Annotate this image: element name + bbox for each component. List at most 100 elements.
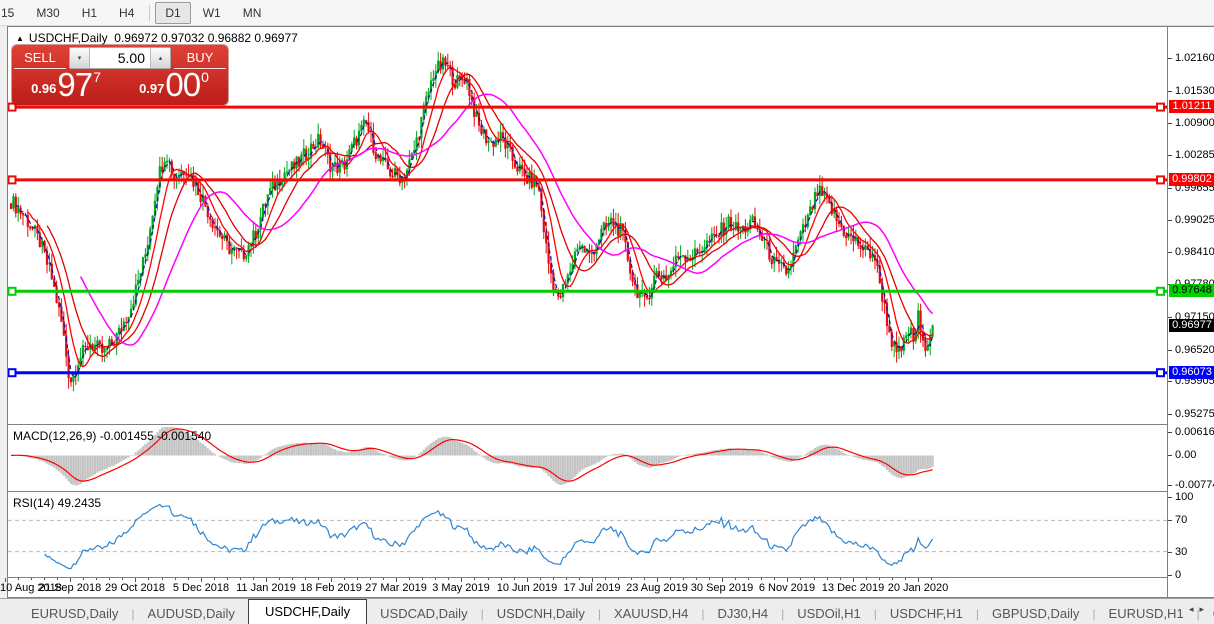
chart-tab-eurusd-daily[interactable]: EURUSD,Daily: [18, 603, 131, 624]
date-minor-tick: [592, 578, 593, 580]
macd-tick: [1168, 432, 1172, 433]
date-minor-tick: [96, 578, 97, 580]
price-tick: [1168, 188, 1172, 189]
chart-tab-usdoil-h1[interactable]: USDOil,H1: [784, 603, 874, 624]
timeframe-button-h4[interactable]: H4: [109, 2, 144, 24]
date-minor-tick: [227, 578, 228, 580]
level-line-marker: [1157, 288, 1164, 295]
date-label: 27 Mar 2019: [365, 582, 427, 594]
date-minor-tick: [657, 578, 658, 580]
chart-tab-audusd-daily[interactable]: AUDUSD,Daily: [135, 603, 248, 624]
macd-label: MACD(12,26,9) -0.001455 -0.001540: [13, 429, 211, 443]
volume-increase-button[interactable]: ▴: [150, 48, 170, 68]
date-minor-tick: [396, 578, 397, 580]
date-minor-tick: [787, 578, 788, 580]
one-click-trading-panel: SELL ▾ ▴ BUY 0.96 97 7 0.97 00 0: [12, 45, 228, 105]
rsi-tick: [1168, 552, 1172, 553]
price-tick-label: 0.96520: [1175, 344, 1214, 356]
date-label: 5 Dec 2018: [173, 582, 229, 594]
rsi-tick-label: 30: [1175, 546, 1187, 558]
date-minor-tick: [683, 578, 684, 580]
date-minor-tick: [292, 578, 293, 580]
date-minor-tick: [501, 578, 502, 580]
level-line-marker: [1157, 176, 1164, 183]
tab-scroll-right-icon[interactable]: ▸: [1199, 604, 1210, 614]
chart-tab-usdcad-daily[interactable]: USDCAD,Daily: [367, 603, 480, 624]
date-minor-tick: [331, 578, 332, 580]
timeframe-button-15[interactable]: 15: [0, 2, 24, 24]
sell-price[interactable]: 0.96 97 7: [12, 69, 120, 102]
moving-average-8: [28, 67, 933, 367]
price-level-badge: 0.99802: [1169, 173, 1214, 186]
date-minor-tick: [370, 578, 371, 580]
date-minor-tick: [383, 578, 384, 580]
date-minor-tick: [514, 578, 515, 580]
date-minor-tick: [696, 578, 697, 580]
rsi-pane[interactable]: [8, 493, 1167, 576]
date-minor-tick: [735, 578, 736, 580]
date-minor-tick: [461, 578, 462, 580]
date-minor-tick: [44, 578, 45, 580]
date-minor-tick: [122, 578, 123, 580]
pane-splitter-rsi[interactable]: [8, 491, 1167, 492]
timeframe-button-d1[interactable]: D1: [155, 2, 190, 24]
chart-title: ▲ USDCHF,Daily 0.96972 0.97032 0.96882 0.…: [16, 31, 298, 45]
collapse-triangle-icon[interactable]: ▲: [16, 34, 24, 43]
volume-input[interactable]: [90, 48, 150, 68]
level-line-marker: [1157, 369, 1164, 376]
rsi-tick: [1168, 520, 1172, 521]
price-tick: [1168, 58, 1172, 59]
rsi-tick: [1168, 575, 1172, 576]
date-minor-tick: [774, 578, 775, 580]
price-level-badge: 1.01211: [1169, 100, 1214, 113]
chart-tab-gbpusd-daily[interactable]: GBPUSD,Daily: [979, 603, 1092, 624]
chart-symbol-label: USDCHF,Daily: [29, 31, 108, 45]
date-minor-tick: [670, 578, 671, 580]
date-minor-tick: [722, 578, 723, 580]
timeframe-button-mn[interactable]: MN: [233, 2, 272, 24]
timeframe-button-h1[interactable]: H1: [72, 2, 107, 24]
pane-splitter-macd[interactable]: [8, 424, 1167, 425]
date-minor-tick: [814, 578, 815, 580]
timeframe-toolbar: 15M30H1H4 D1W1MN: [0, 0, 1214, 26]
chart-ohlc-values: 0.96972 0.97032 0.96882 0.96977: [114, 31, 298, 45]
level-line-marker: [9, 369, 16, 376]
chart-tab-eurusd-h1[interactable]: EURUSD,H1: [1096, 603, 1197, 624]
date-minor-tick: [266, 578, 267, 580]
chart-tab-usdcnh-daily[interactable]: USDCNH,Daily: [484, 603, 598, 624]
date-label: 20 Jan 2020: [888, 582, 949, 594]
macd-tick-label: -0.007745: [1175, 479, 1214, 491]
date-minor-tick: [853, 578, 854, 580]
date-minor-tick: [748, 578, 749, 580]
chart-tab-xauusd-h4[interactable]: XAUUSD,H4: [601, 603, 701, 624]
date-minor-tick: [422, 578, 423, 580]
date-minor-tick: [5, 578, 6, 580]
price-tick: [1168, 350, 1172, 351]
buy-price[interactable]: 0.97 00 0: [120, 69, 228, 102]
date-minor-tick: [318, 578, 319, 580]
chart-tab-usdchf-h1[interactable]: USDCHF,H1: [877, 603, 976, 624]
macd-tick: [1168, 485, 1172, 486]
date-label: 11 Jan 2019: [236, 582, 296, 594]
date-minor-tick: [605, 578, 606, 580]
chart-tab-dj30-h4[interactable]: DJ30,H4: [705, 603, 782, 624]
date-minor-tick: [435, 578, 436, 580]
price-tick: [1168, 317, 1172, 318]
date-minor-tick: [931, 578, 932, 580]
timeframe-button-m30[interactable]: M30: [26, 2, 69, 24]
date-minor-tick: [253, 578, 254, 580]
price-tick: [1168, 414, 1172, 415]
tab-scroll-left-icon[interactable]: ◂: [1189, 604, 1200, 614]
date-minor-tick: [892, 578, 893, 580]
timeframe-button-w1[interactable]: W1: [193, 2, 231, 24]
chart-tab-usdchf-daily[interactable]: USDCHF,Daily: [248, 599, 367, 624]
date-minor-tick: [148, 578, 149, 580]
date-minor-tick: [83, 578, 84, 580]
date-minor-tick: [57, 578, 58, 580]
date-minor-tick: [70, 578, 71, 580]
volume-decrease-button[interactable]: ▾: [70, 48, 90, 68]
date-minor-tick: [709, 578, 710, 580]
macd-tick-label: 0.006166: [1175, 426, 1214, 438]
price-tick: [1168, 252, 1172, 253]
date-minor-tick: [305, 578, 306, 580]
